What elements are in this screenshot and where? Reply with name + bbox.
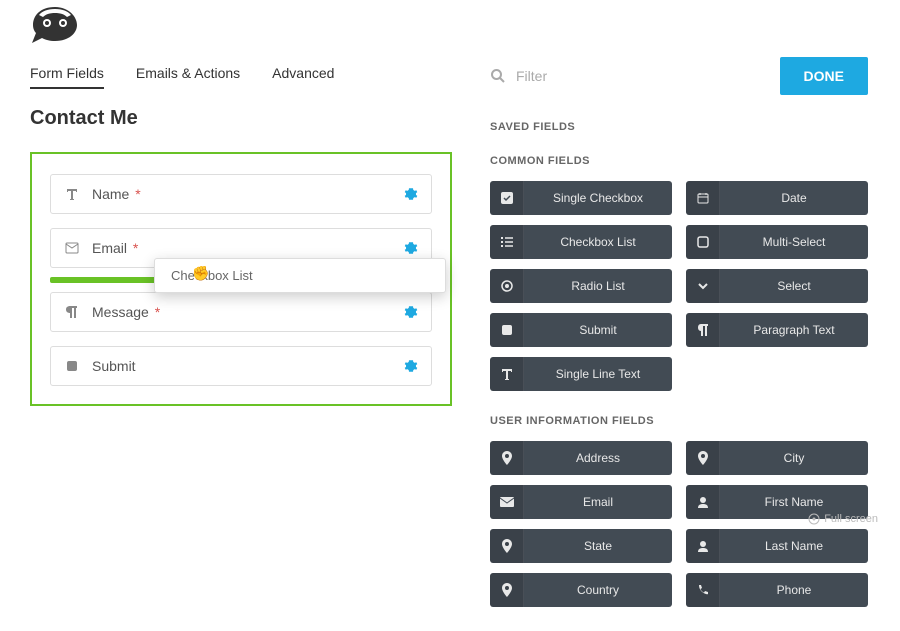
- field-label: Name *: [92, 186, 404, 202]
- fullscreen-label: Full screen: [824, 513, 878, 525]
- calendar-icon: [686, 181, 720, 215]
- gear-icon[interactable]: [404, 241, 418, 255]
- map-pin-icon: [686, 441, 720, 475]
- gear-icon[interactable]: [404, 305, 418, 319]
- user-icon: [686, 529, 720, 563]
- paragraph-icon: [686, 313, 720, 347]
- add-multi-select[interactable]: Multi-Select: [686, 225, 868, 259]
- checkbox-icon: [490, 181, 524, 215]
- add-single-checkbox[interactable]: Single Checkbox: [490, 181, 672, 215]
- field-label: Message *: [92, 304, 404, 320]
- add-city[interactable]: City: [686, 441, 868, 475]
- chevron-down-icon: [686, 269, 720, 303]
- done-button[interactable]: DONE: [780, 57, 868, 95]
- search-icon: [490, 68, 506, 84]
- add-phone[interactable]: Phone: [686, 573, 868, 607]
- list-icon: [490, 225, 524, 259]
- tab-advanced[interactable]: Advanced: [272, 65, 334, 89]
- add-country[interactable]: Country: [490, 573, 672, 607]
- add-select[interactable]: Select: [686, 269, 868, 303]
- required-indicator: *: [135, 186, 140, 202]
- field-label: Email *: [92, 240, 404, 256]
- add-email[interactable]: Email: [490, 485, 672, 519]
- add-address[interactable]: Address: [490, 441, 672, 475]
- email-icon: [490, 485, 524, 519]
- square-icon: [490, 313, 524, 347]
- text-icon: [490, 357, 524, 391]
- add-submit[interactable]: Submit: [490, 313, 672, 347]
- radio-icon: [490, 269, 524, 303]
- gear-icon[interactable]: [404, 187, 418, 201]
- tab-form-fields[interactable]: Form Fields: [30, 65, 104, 89]
- add-last-name[interactable]: Last Name: [686, 529, 868, 563]
- user-icon: [686, 485, 720, 519]
- ninja-forms-logo: [25, 5, 85, 47]
- map-pin-icon: [490, 573, 524, 607]
- field-row-name[interactable]: Name *: [50, 174, 432, 214]
- required-indicator: *: [133, 240, 138, 256]
- required-indicator: *: [155, 304, 160, 320]
- form-title[interactable]: Contact Me: [30, 107, 452, 130]
- add-checkbox-list[interactable]: Checkbox List: [490, 225, 672, 259]
- tab-emails-actions[interactable]: Emails & Actions: [136, 65, 240, 89]
- map-pin-icon: [490, 441, 524, 475]
- filter-input[interactable]: [516, 68, 666, 84]
- editor-tabs: Form Fields Emails & Actions Advanced: [30, 65, 452, 89]
- grab-cursor-icon: ✊: [192, 265, 209, 282]
- add-paragraph-text[interactable]: Paragraph Text: [686, 313, 868, 347]
- field-library-panel: DONE SAVED FIELDS COMMON FIELDS Single C…: [472, 47, 900, 631]
- square-outline-icon: [686, 225, 720, 259]
- field-label: Submit: [92, 358, 404, 374]
- field-row-message[interactable]: Message *: [50, 292, 432, 332]
- email-icon: [64, 242, 80, 254]
- section-user-fields: USER INFORMATION FIELDS: [490, 415, 868, 427]
- section-saved-fields: SAVED FIELDS: [490, 121, 868, 133]
- fullscreen-icon: [808, 513, 820, 525]
- form-editor-panel: Form Fields Emails & Actions Advanced Co…: [0, 47, 472, 631]
- add-state[interactable]: State: [490, 529, 672, 563]
- section-common-fields: COMMON FIELDS: [490, 155, 868, 167]
- square-icon: [64, 360, 80, 372]
- add-radio-list[interactable]: Radio List: [490, 269, 672, 303]
- phone-icon: [686, 573, 720, 607]
- map-pin-icon: [490, 529, 524, 563]
- add-single-line-text[interactable]: Single Line Text: [490, 357, 672, 391]
- gear-icon[interactable]: [404, 359, 418, 373]
- paragraph-icon: [64, 305, 80, 319]
- filter-search[interactable]: [490, 68, 666, 84]
- add-date[interactable]: Date: [686, 181, 868, 215]
- text-icon: [64, 187, 80, 201]
- field-row-submit[interactable]: Submit: [50, 346, 432, 386]
- fullscreen-button[interactable]: Full screen: [808, 513, 878, 525]
- common-fields-grid: Single Checkbox Date Checkbox List Multi…: [490, 181, 868, 391]
